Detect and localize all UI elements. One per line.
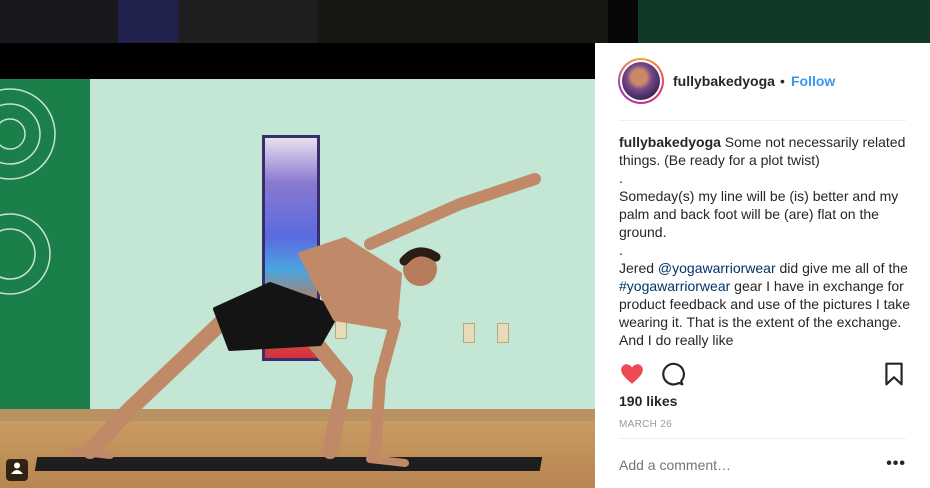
more-options-button[interactable]: ••• xyxy=(886,455,906,473)
save-button[interactable] xyxy=(881,361,907,387)
post-details-panel: fullybakedyoga • Follow fullybakedyoga S… xyxy=(595,43,930,488)
bookmark-icon xyxy=(885,362,903,386)
hashtag-link[interactable]: #yogawarriorwear xyxy=(619,278,730,294)
heart-icon xyxy=(621,364,643,384)
photo-scene xyxy=(0,79,595,488)
caption-username-link[interactable]: fullybakedyoga xyxy=(619,134,721,150)
header-separator: • xyxy=(780,73,785,89)
caption-separator: . xyxy=(619,242,623,258)
comment-button[interactable] xyxy=(659,361,685,387)
mention-link[interactable]: @yogawarriorwear xyxy=(658,260,776,276)
caption-text: did give me all of the xyxy=(775,260,908,276)
caption-text: Jered xyxy=(619,260,658,276)
comment-box: ••• xyxy=(619,438,906,488)
background-feed xyxy=(0,0,930,43)
avatar-ring xyxy=(620,60,662,102)
modal-overlay[interactable] xyxy=(0,0,930,43)
follow-button[interactable]: Follow xyxy=(791,73,835,89)
username-link[interactable]: fullybakedyoga xyxy=(673,73,775,89)
user-tag-icon xyxy=(10,461,24,480)
caption-separator: . xyxy=(619,170,623,186)
post-caption: fullybakedyoga Some not necessarily rela… xyxy=(619,133,911,351)
yoga-figure xyxy=(71,173,541,467)
avatar-image xyxy=(622,62,660,100)
action-bar xyxy=(619,361,906,389)
comment-input[interactable] xyxy=(619,457,869,473)
like-count[interactable]: 190 likes xyxy=(619,393,677,409)
user-tag-button[interactable] xyxy=(6,459,28,481)
like-button[interactable] xyxy=(619,361,645,387)
caption-text: Someday(s) my line will be (is) better a… xyxy=(619,188,899,240)
post-photo[interactable] xyxy=(0,43,595,488)
avatar[interactable] xyxy=(618,58,664,104)
comment-icon xyxy=(662,362,685,386)
post-date[interactable]: MARCH 26 xyxy=(619,419,672,430)
